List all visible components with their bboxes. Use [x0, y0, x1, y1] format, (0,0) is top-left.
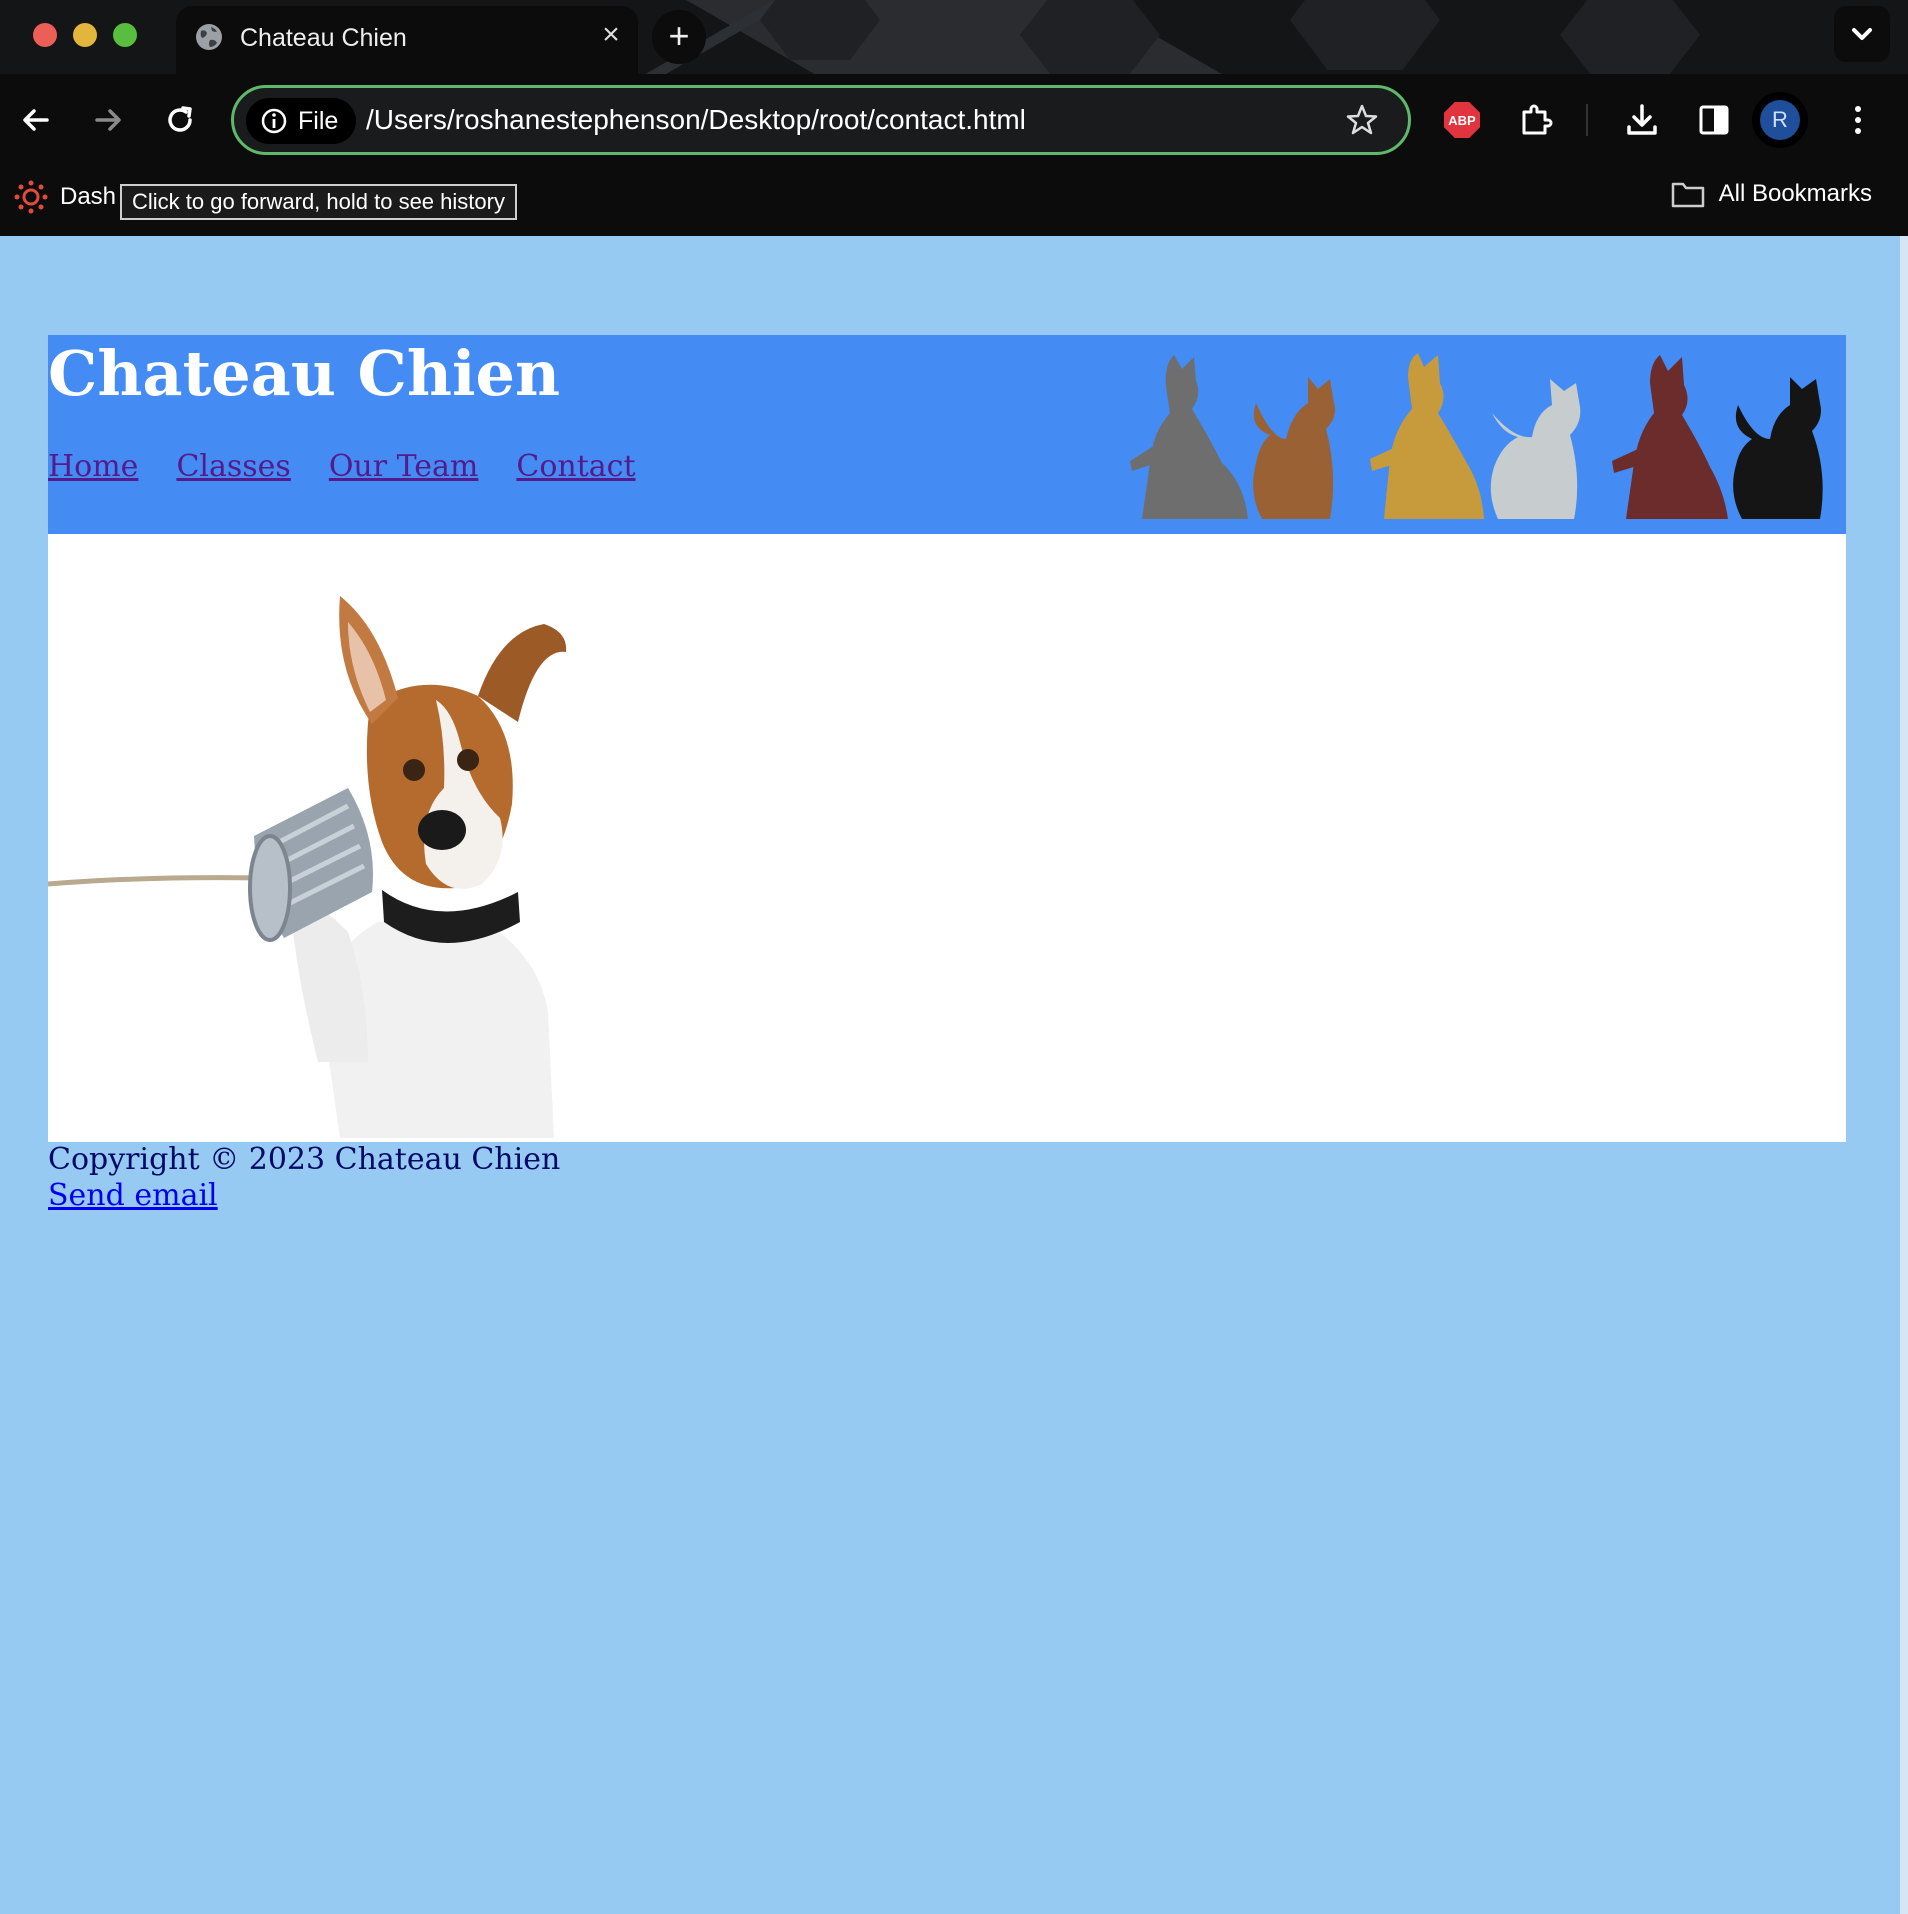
address-chip-label: File — [298, 106, 339, 135]
dog-eye — [403, 759, 425, 781]
site-footer: Copyright © 2023 Chateau Chien Send emai… — [48, 1142, 560, 1214]
all-bookmarks-label: All Bookmarks — [1718, 180, 1872, 207]
main-content — [48, 534, 1846, 1142]
cat-silhouette — [1490, 379, 1581, 519]
all-bookmarks-button[interactable]: All Bookmarks — [1671, 180, 1872, 208]
browser-chrome: Chateau Chien × + File /Users/roshaneste… — [0, 0, 1908, 236]
address-bar[interactable]: File /Users/roshanestephenson/Desktop/ro… — [231, 85, 1411, 155]
reload-icon — [168, 106, 192, 132]
site-nav: Home Classes Our Team Contact — [48, 449, 636, 484]
more-menu-icon — [1855, 106, 1861, 134]
bookmark-dash[interactable]: Dash — [14, 180, 116, 214]
dog-silhouette — [1370, 353, 1484, 519]
browser-toolbar: File /Users/roshanestephenson/Desktop/ro… — [0, 74, 1908, 166]
globe-icon — [196, 24, 222, 50]
site-info-chip[interactable]: File — [246, 98, 356, 144]
download-icon — [1627, 104, 1657, 135]
dashboard-logo-icon — [14, 180, 48, 214]
cat-silhouette — [1253, 377, 1335, 519]
tin-can-string — [48, 875, 263, 887]
downloads-button[interactable] — [1616, 94, 1668, 146]
new-tab-button[interactable]: + — [652, 10, 706, 64]
nav-link-classes[interactable]: Classes — [176, 449, 290, 484]
bookmarks-bar: Dash Click to go forward, hold to see hi… — [0, 166, 1908, 236]
toolbar-separator — [1586, 104, 1588, 136]
side-panel-button[interactable] — [1688, 94, 1740, 146]
tab-search-button[interactable] — [1834, 6, 1890, 62]
send-email-link[interactable]: Send email — [48, 1178, 560, 1214]
hex-decoration — [760, 0, 880, 60]
footer-copyright: Copyright © 2023 Chateau Chien — [48, 1142, 561, 1177]
adblock-extension-icon[interactable]: ABP — [1444, 102, 1480, 138]
window-close-button[interactable] — [33, 23, 57, 47]
info-icon — [261, 108, 287, 134]
nav-link-home[interactable]: Home — [48, 449, 138, 484]
reload-button[interactable] — [154, 94, 206, 146]
profile-avatar[interactable]: R — [1752, 92, 1808, 148]
close-icon[interactable]: × — [594, 18, 628, 52]
dog-eye — [457, 749, 479, 771]
back-icon — [23, 109, 49, 131]
hex-decoration — [1560, 0, 1700, 74]
scrollbar-track[interactable] — [1900, 236, 1908, 1914]
site-title: Chateau Chien — [48, 337, 561, 410]
dog-silhouette — [1612, 355, 1728, 519]
nav-link-our-team[interactable]: Our Team — [329, 449, 479, 484]
more-menu-button[interactable] — [1832, 94, 1884, 146]
site-header: Chateau Chien Home Classes Our Team Cont… — [48, 335, 1846, 534]
tab-search-chevron-icon — [1852, 28, 1872, 40]
dog-silhouette — [1130, 355, 1248, 519]
tab-title: Chateau Chien — [240, 24, 407, 52]
folder-icon — [1671, 182, 1704, 208]
pet-silhouettes-banner — [1130, 353, 1823, 519]
hex-decoration — [1290, 0, 1440, 70]
extensions-icon — [1522, 104, 1553, 135]
side-panel-icon — [1699, 105, 1729, 135]
tin-can-rim — [248, 834, 292, 942]
bookmark-dash-label: Dash — [60, 183, 117, 210]
dog-tin-can-phone-image — [48, 596, 567, 1138]
tab-chateau-chien[interactable]: Chateau Chien × — [176, 6, 638, 74]
extensions-button[interactable] — [1510, 94, 1562, 146]
hex-decoration — [1020, 0, 1160, 74]
forward-icon — [95, 109, 121, 131]
dog-nose — [418, 810, 466, 850]
nav-link-contact[interactable]: Contact — [516, 449, 635, 484]
profile-initial: R — [1760, 100, 1800, 140]
bookmark-star-icon[interactable] — [1344, 102, 1380, 138]
dog-ear-right — [478, 624, 567, 722]
url-text[interactable]: /Users/roshanestephenson/Desktop/root/co… — [366, 104, 1026, 136]
cat-silhouette — [1733, 377, 1823, 519]
forward-button[interactable] — [82, 94, 134, 146]
window-minimize-button[interactable] — [73, 23, 97, 47]
forward-tooltip: Click to go forward, hold to see history — [120, 184, 517, 220]
back-button[interactable] — [10, 94, 62, 146]
tab-strip: Chateau Chien × + — [0, 0, 1908, 74]
window-zoom-button[interactable] — [113, 23, 137, 47]
